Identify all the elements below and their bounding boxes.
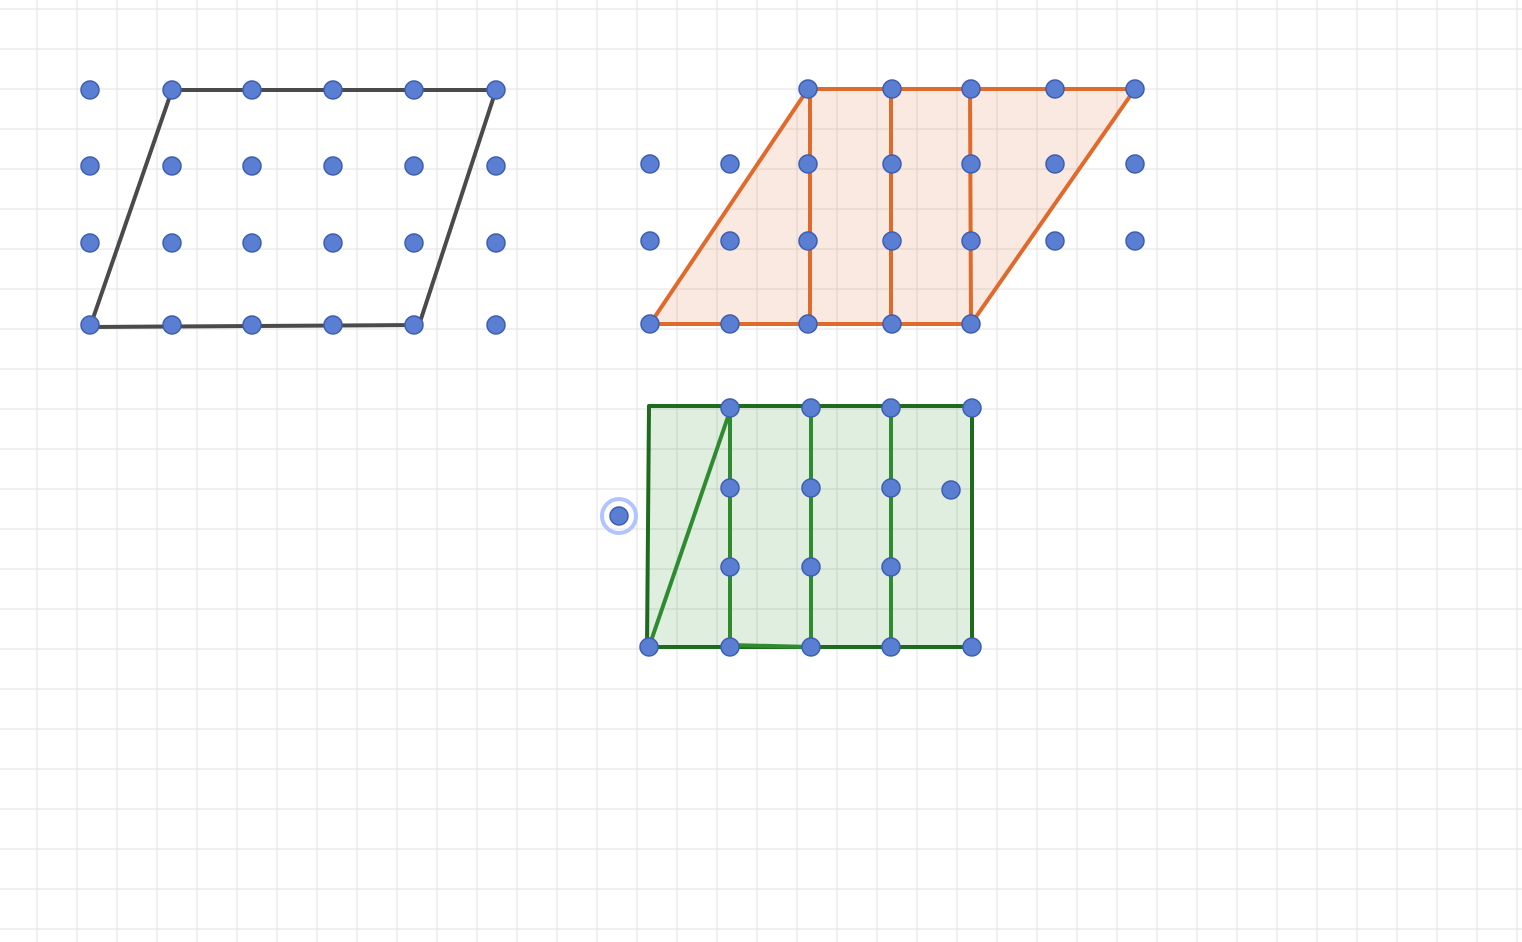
green-point-0-2[interactable] bbox=[802, 399, 820, 417]
green-point-3-4[interactable] bbox=[963, 638, 981, 656]
right-point-1-2[interactable] bbox=[799, 155, 817, 173]
green-point-2-1[interactable] bbox=[721, 558, 739, 576]
left-point-3-3[interactable] bbox=[324, 316, 342, 334]
right-point-0-6[interactable] bbox=[1126, 80, 1144, 98]
left-point-3-1[interactable] bbox=[163, 316, 181, 334]
green-point-0-3[interactable] bbox=[882, 399, 900, 417]
left-point-1-0[interactable] bbox=[81, 157, 99, 175]
selected-point[interactable] bbox=[610, 507, 628, 525]
right-point-2-5[interactable] bbox=[1046, 232, 1064, 250]
left-point-3-0[interactable] bbox=[81, 316, 99, 334]
green-point-3-1[interactable] bbox=[721, 638, 739, 656]
right-point-0-3[interactable] bbox=[883, 80, 901, 98]
right-point-3-1[interactable] bbox=[721, 315, 739, 333]
left-point-0-0[interactable] bbox=[81, 81, 99, 99]
left-point-2-1[interactable] bbox=[163, 234, 181, 252]
right-point-2-0[interactable] bbox=[641, 232, 659, 250]
green-point-1-1[interactable] bbox=[721, 479, 739, 497]
left-point-2-4[interactable] bbox=[405, 234, 423, 252]
right-point-1-0[interactable] bbox=[641, 155, 659, 173]
green-point-3-0[interactable] bbox=[640, 638, 658, 656]
left-point-1-3[interactable] bbox=[324, 157, 342, 175]
right-point-1-5[interactable] bbox=[1046, 155, 1064, 173]
right-point-3-3[interactable] bbox=[883, 315, 901, 333]
right-point-1-6[interactable] bbox=[1126, 155, 1144, 173]
left-point-2-0[interactable] bbox=[81, 234, 99, 252]
left-point-2-2[interactable] bbox=[243, 234, 261, 252]
left-point-0-1[interactable] bbox=[163, 81, 181, 99]
left-point-0-5[interactable] bbox=[487, 81, 505, 99]
left-point-2-5[interactable] bbox=[487, 234, 505, 252]
right-point-0-2[interactable] bbox=[799, 80, 817, 98]
green-point-2-2[interactable] bbox=[802, 558, 820, 576]
right-point-2-2[interactable] bbox=[799, 232, 817, 250]
green-point-1-3[interactable] bbox=[882, 479, 900, 497]
right-point-2-4[interactable] bbox=[962, 232, 980, 250]
left-point-2-3[interactable] bbox=[324, 234, 342, 252]
right-point-1-1[interactable] bbox=[721, 155, 739, 173]
green-point-2-3[interactable] bbox=[882, 558, 900, 576]
right-point-1-3[interactable] bbox=[883, 155, 901, 173]
green-point-0-4[interactable] bbox=[963, 399, 981, 417]
green-point-0-1[interactable] bbox=[721, 399, 739, 417]
right-point-0-4[interactable] bbox=[962, 80, 980, 98]
left-point-3-4[interactable] bbox=[405, 316, 423, 334]
right-point-2-1[interactable] bbox=[721, 232, 739, 250]
green-extra-0[interactable] bbox=[942, 481, 960, 499]
right-point-3-2[interactable] bbox=[799, 315, 817, 333]
left-point-1-1[interactable] bbox=[163, 157, 181, 175]
left-point-0-4[interactable] bbox=[405, 81, 423, 99]
left-point-1-5[interactable] bbox=[487, 157, 505, 175]
left-point-0-3[interactable] bbox=[324, 81, 342, 99]
green-point-3-3[interactable] bbox=[882, 638, 900, 656]
left-point-3-5[interactable] bbox=[487, 316, 505, 334]
left-point-1-4[interactable] bbox=[405, 157, 423, 175]
right-point-1-4[interactable] bbox=[962, 155, 980, 173]
left-point-1-2[interactable] bbox=[243, 157, 261, 175]
geometry-canvas[interactable] bbox=[0, 0, 1522, 942]
green-point-3-2[interactable] bbox=[802, 638, 820, 656]
right-point-0-5[interactable] bbox=[1046, 80, 1064, 98]
left-point-3-2[interactable] bbox=[243, 316, 261, 334]
orange-vert-3[interactable] bbox=[970, 90, 971, 324]
left-point-0-2[interactable] bbox=[243, 81, 261, 99]
right-point-2-3[interactable] bbox=[883, 232, 901, 250]
green-bottom-seg[interactable] bbox=[730, 645, 811, 647]
right-point-2-6[interactable] bbox=[1126, 232, 1144, 250]
right-point-3-4[interactable] bbox=[962, 315, 980, 333]
green-point-1-2[interactable] bbox=[802, 479, 820, 497]
right-point-3-0[interactable] bbox=[641, 315, 659, 333]
